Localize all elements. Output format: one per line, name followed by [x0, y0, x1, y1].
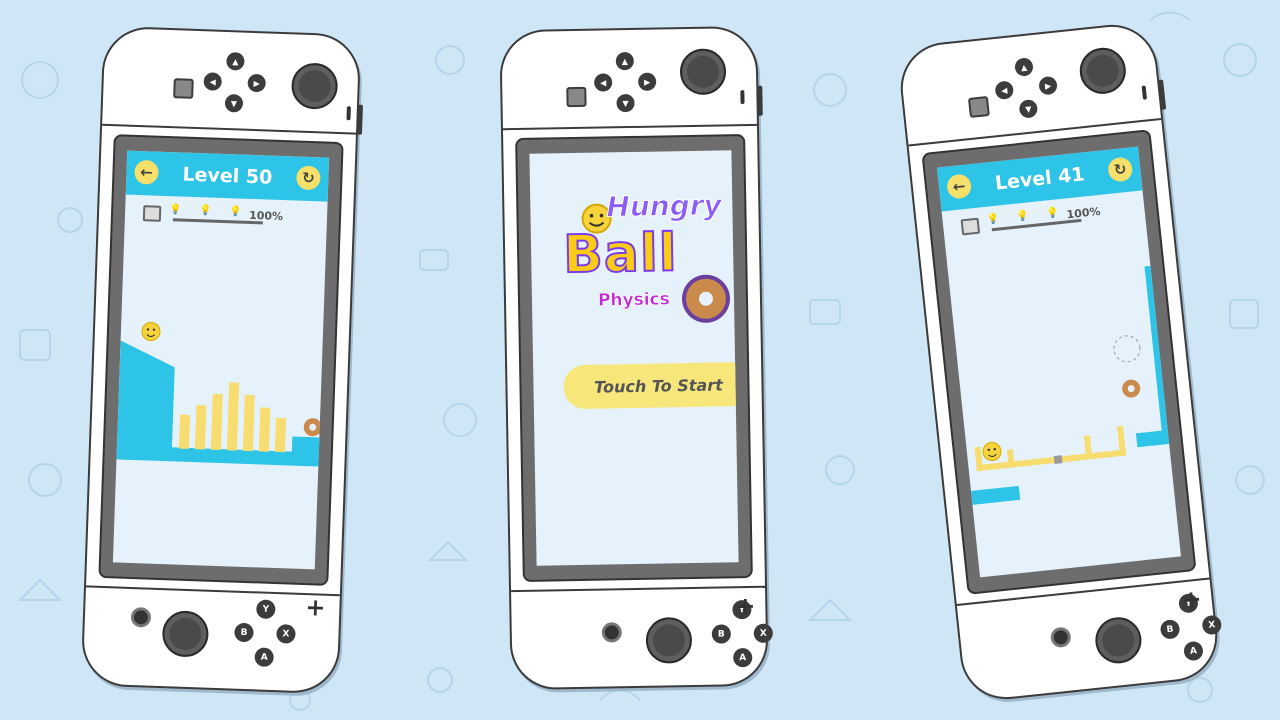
dpad-up-button[interactable]: ▲ [226, 52, 245, 71]
game-screen-right[interactable]: ← Level 41 ↻ 💡 💡 💡 100% [937, 146, 1181, 578]
game-logo: Hungry Ball Physics [544, 178, 739, 341]
logo-word-physics: Physics [597, 289, 671, 311]
capture-button[interactable] [173, 78, 194, 99]
game-screen-left[interactable]: ← Level 50 ↻ 💡 💡 💡 100% [112, 150, 330, 570]
x-button[interactable]: X [276, 624, 296, 644]
plus-button[interactable]: + [1180, 584, 1203, 614]
device-center: ▲ ◀ ▶ ▼ Hungry Ball Physics Touch To Sta… [499, 25, 773, 691]
side-slot [356, 104, 363, 135]
right-ledge-terrain [1135, 429, 1178, 448]
game-screen-title[interactable]: Hungry Ball Physics Touch To Start [529, 150, 739, 566]
screen-bezel: Hungry Ball Physics Touch To Start [515, 134, 753, 582]
dpad-up-button[interactable]: ▲ [615, 51, 634, 71]
donut-icon [1122, 379, 1141, 398]
donut-icon [303, 418, 322, 437]
screen-bezel: ← Level 50 ↻ 💡 💡 💡 100% [98, 134, 344, 586]
smiley-ball-icon [982, 441, 1002, 461]
plus-button[interactable]: + [735, 592, 756, 620]
yellow-bars [178, 382, 287, 453]
logo-word-hungry: Hungry [606, 188, 723, 224]
ramp-terrain [116, 340, 175, 458]
dpad-right-button[interactable]: ▶ [1038, 75, 1058, 96]
dpad: ▲ ◀ ▶ ▼ [592, 51, 663, 116]
abxy-buttons: Y B X A [229, 599, 301, 671]
a-button[interactable]: A [733, 647, 753, 668]
donut-platform [291, 436, 330, 454]
donut-icon [681, 274, 730, 323]
dpad-left-button[interactable]: ◀ [203, 72, 223, 91]
b-button[interactable]: B [1159, 618, 1181, 640]
dpad-right-button[interactable]: ▶ [247, 73, 266, 93]
y-button[interactable]: Y [256, 599, 276, 620]
dpad: ▲ ◀ ▶ ▼ [201, 51, 273, 117]
device-right: ▲ ◀ ▶ ▼ ← Level 41 ↻ 💡 💡 💡 100% Y B X A … [896, 20, 1223, 704]
smiley-ball-icon [141, 322, 161, 342]
x-button[interactable]: X [1201, 614, 1223, 636]
logo-word-ball: Ball [562, 222, 679, 286]
hinge-block [1053, 455, 1063, 465]
target-marker [1113, 335, 1141, 363]
a-button[interactable]: A [1183, 640, 1204, 662]
dpad-left-button[interactable]: ◀ [994, 80, 1015, 101]
x-button[interactable]: X [753, 623, 773, 643]
plus-button[interactable]: + [305, 593, 326, 622]
minus-button[interactable] [740, 90, 745, 105]
capture-button[interactable] [566, 86, 587, 108]
side-slot [757, 85, 763, 116]
dpad-left-button[interactable]: ◀ [594, 73, 613, 92]
dpad: ▲ ◀ ▶ ▼ [990, 54, 1066, 125]
touch-to-start-button[interactable]: Touch To Start [563, 361, 739, 410]
dpad-up-button[interactable]: ▲ [1014, 57, 1034, 77]
dpad-down-button[interactable]: ▼ [224, 93, 244, 113]
level-41-scene [970, 265, 1178, 505]
left-ledge-terrain [970, 485, 1021, 505]
level-50-scene [116, 322, 330, 467]
device-left: ▲ ◀ ▶ ▼ ← Level 50 ↻ 💡 💡 💡 100% Y B X A … [80, 25, 363, 695]
screen-bezel: ← Level 41 ↻ 💡 💡 💡 100% [921, 129, 1197, 595]
b-button[interactable]: B [711, 624, 731, 644]
a-button[interactable]: A [254, 647, 274, 668]
dpad-down-button[interactable]: ▼ [616, 93, 635, 113]
minus-button[interactable] [346, 106, 351, 121]
dpad-down-button[interactable]: ▼ [1018, 98, 1039, 119]
b-button[interactable]: B [234, 622, 254, 643]
capture-button[interactable] [967, 95, 990, 118]
dpad-right-button[interactable]: ▶ [638, 72, 657, 91]
